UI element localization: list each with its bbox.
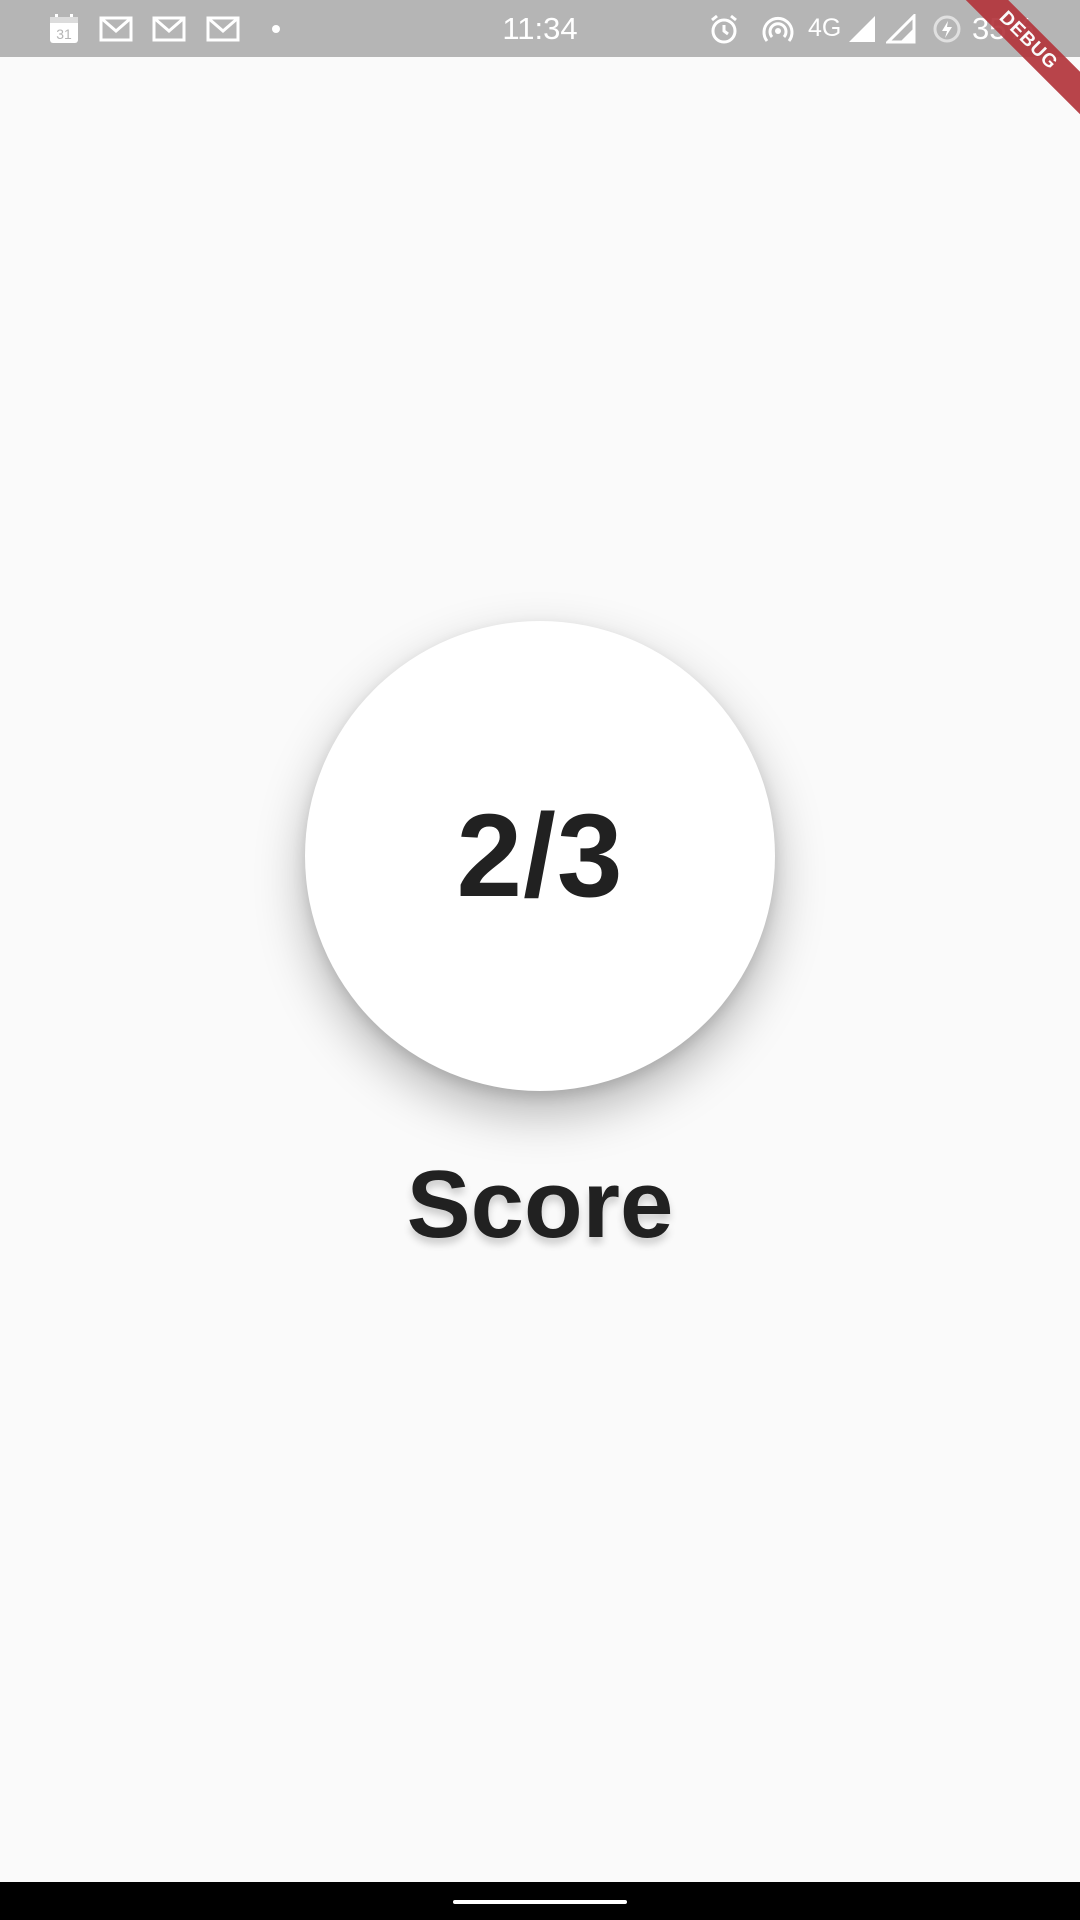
score-value: 2/3	[456, 790, 624, 922]
status-bar: 31 11:34 4G	[0, 0, 1080, 57]
signal-icon	[884, 0, 918, 57]
score-label: Score	[406, 1151, 674, 1258]
alarm-icon	[704, 0, 744, 57]
signal-icon	[845, 0, 879, 57]
gmail-icon	[96, 0, 136, 57]
score-circle: 2/3	[305, 621, 775, 1091]
calendar-day: 31	[56, 26, 72, 42]
gmail-icon	[149, 0, 189, 57]
gmail-icon	[203, 0, 243, 57]
hotspot-icon	[758, 0, 798, 57]
navigation-bar	[0, 1882, 1080, 1920]
battery-saver-icon	[930, 0, 964, 57]
notification-dot-icon	[266, 0, 286, 57]
home-indicator[interactable]	[453, 1900, 627, 1904]
network-type: 4G	[808, 14, 842, 42]
status-time: 11:34	[502, 11, 578, 46]
calendar-icon: 31	[44, 0, 84, 57]
